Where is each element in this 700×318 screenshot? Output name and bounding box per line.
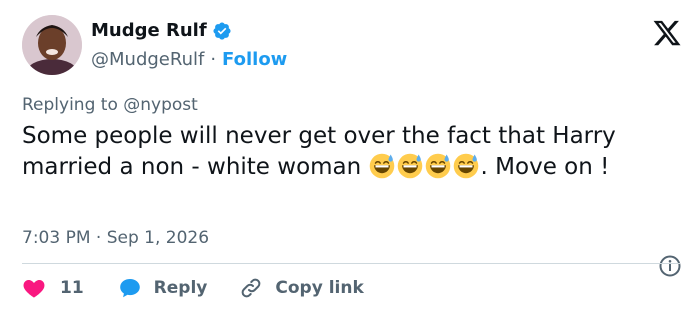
grinning-sweat-emoji-icon <box>453 153 478 179</box>
tweet-text: Some people will never get over the fact… <box>22 121 662 183</box>
avatar[interactable] <box>22 15 82 75</box>
tweet-body-end: . Move on ! <box>480 154 610 180</box>
reply-label: Reply <box>153 278 208 298</box>
separator: · <box>210 49 217 70</box>
timestamp[interactable]: 7:03 PM · Sep 1, 2026 <box>22 228 209 248</box>
link-icon <box>242 278 261 298</box>
grinning-sweat-emoji-icon <box>425 153 450 179</box>
verified-badge-icon <box>213 21 231 40</box>
info-icon[interactable] <box>658 254 682 278</box>
grinning-sweat-emoji-icon <box>397 153 422 179</box>
avatar-image <box>22 15 82 75</box>
like-count: 11 <box>60 278 84 298</box>
replying-to[interactable]: Replying to @nypost <box>22 95 198 115</box>
author-name[interactable]: Mudge Rulf <box>91 20 207 41</box>
copy-link-button[interactable]: Copy link <box>239 276 364 300</box>
follow-button[interactable]: Follow <box>222 49 287 70</box>
divider <box>22 263 680 264</box>
grinning-sweat-emoji-icon <box>369 153 394 179</box>
author-handle[interactable]: @MudgeRulf <box>91 49 204 70</box>
heart-icon <box>23 280 45 298</box>
emoji-group <box>369 153 481 180</box>
action-bar: 11 Reply Copy link <box>22 276 364 300</box>
like-button[interactable]: 11 <box>22 276 84 300</box>
reply-bubble-icon <box>119 279 140 298</box>
reply-button[interactable]: Reply <box>118 276 208 300</box>
author-name-row: Mudge Rulf <box>91 20 232 41</box>
x-logo-icon[interactable] <box>652 18 682 48</box>
author-handle-row: @MudgeRulf · Follow <box>91 49 287 70</box>
copy-link-label: Copy link <box>275 278 364 298</box>
